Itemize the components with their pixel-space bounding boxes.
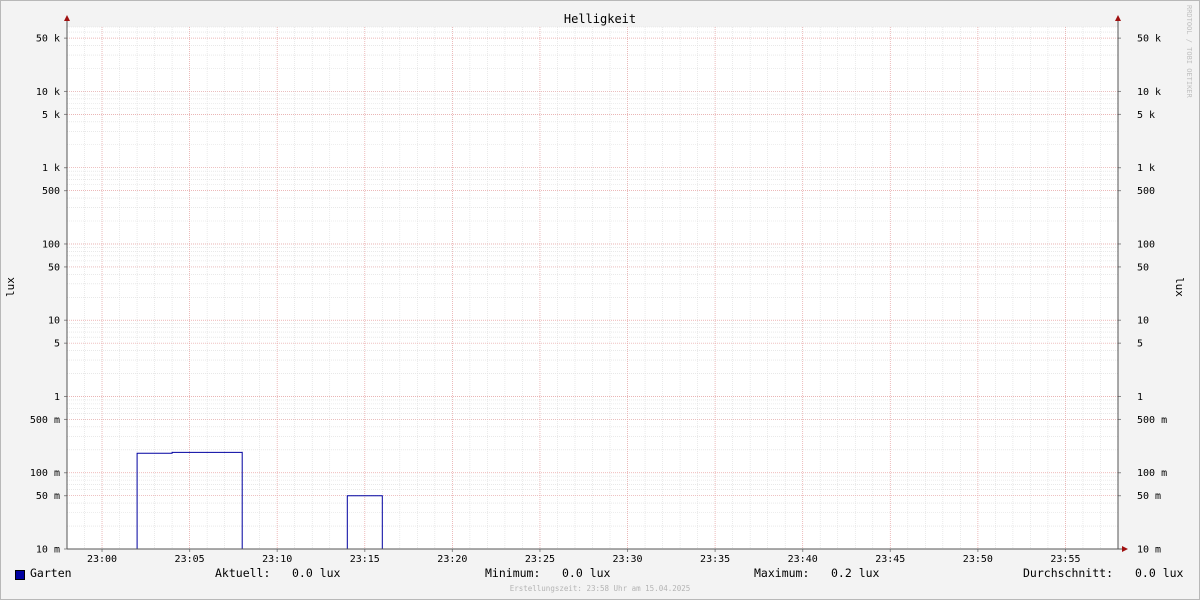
legend-max-label: Maximum: [754,566,810,580]
y-tick-label-right: 10 k [1137,87,1161,98]
legend-max-value: 0.2 lux [831,566,880,580]
y-tick-label-right: 1 [1137,392,1143,403]
y-tick-label-right: 50 [1137,262,1149,273]
x-tick-label: 23:50 [963,554,993,565]
x-tick-label: 23:30 [612,554,642,565]
x-tick-label: 23:20 [437,554,467,565]
y-axis-arrow-right [1115,15,1121,21]
x-tick-label: 23:35 [700,554,730,565]
chart-svg: 23:00 23:05 23:10 23:15 23:20 23:25 23:30 23:35… [4,5,1193,565]
chart-title: Helligkeit [564,12,636,26]
y-tick-label-right: 100 m [1137,468,1167,479]
y-tick-label-left: 5 [54,339,60,350]
x-tick-label: 23:40 [788,554,818,565]
y-axis-label-right: lux [1173,277,1186,297]
legend-avg-value: 0.0 lux [1135,566,1184,580]
y-tick-label-right: 50 m [1137,491,1161,502]
y-tick-label-right: 50 k [1137,34,1161,45]
y-tick-label-left: 10 k [36,87,60,98]
legend-series-name: Garten [30,566,72,580]
x-axis-arrow [1122,546,1128,552]
y-tick-label-right: 500 m [1137,415,1167,426]
y-tick-label-right: 1 k [1137,163,1155,174]
watermark: RRDTOOL / TOBI OETIKER [1185,5,1193,99]
legend-min-label: Minimum: [485,566,541,580]
y-tick-label-left: 10 [48,316,60,327]
y-tick-label-right: 5 [1137,339,1143,350]
y-tick-label-left: 1 [54,392,60,403]
y-tick-label-right: 100 [1137,239,1155,250]
y-tick-label-left: 50 [48,262,60,273]
x-tick-label: 23:10 [262,554,292,565]
x-tick-label: 23:25 [525,554,555,565]
x-tick-label: 23:55 [1050,554,1080,565]
minor-grid [66,26,1119,550]
y-axis-label-left: lux [4,277,17,297]
legend-swatch-garten [15,570,25,580]
y-tick-label-left: 1 k [42,163,60,174]
y-tick-label-left: 50 m [36,491,60,502]
footer-timestamp: Erstellungszeit: 23:58 Uhr am 15.04.2025 [509,584,691,593]
x-tick-label: 23:05 [175,554,205,565]
legend-min-value: 0.0 lux [562,566,611,580]
x-tick-label: 23:45 [875,554,905,565]
y-tick-label-right: 500 [1137,186,1155,197]
legend-current-label: Aktuell: [215,566,271,580]
legend-avg-label: Durchschnitt: [1023,566,1114,580]
x-tick-label: 23:00 [87,554,117,565]
y-tick-label-left: 100 m [30,468,60,479]
y-tick-label-right: 5 k [1137,110,1155,121]
legend-current-value: 0.0 lux [292,566,341,580]
y-tick-label-left: 10 m [36,545,60,556]
y-tick-label-left: 500 [42,186,60,197]
y-tick-label-right: 10 m [1137,545,1161,556]
y-tick-label-left: 500 m [30,415,60,426]
x-tick-label: 23:15 [350,554,380,565]
y-tick-label-left: 100 [42,239,60,250]
y-axis-arrow-left [64,15,70,21]
y-tick-label-left: 5 k [42,110,60,121]
y-tick-label-left: 50 k [36,34,60,45]
y-tick-label-right: 10 [1137,316,1149,327]
